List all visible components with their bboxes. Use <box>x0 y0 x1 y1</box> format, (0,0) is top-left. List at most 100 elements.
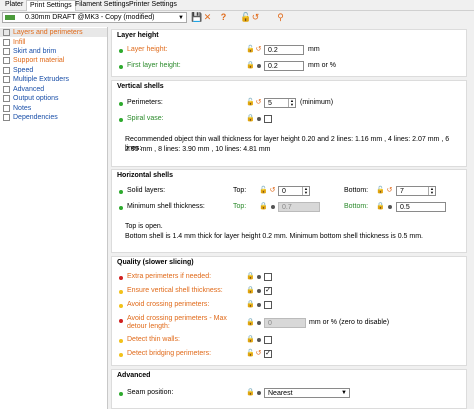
lock-icon[interactable]: 🔒 <box>259 203 268 210</box>
min-top-thickness-input[interactable]: 0.7 <box>278 202 320 212</box>
lock-icon[interactable]: 🔒 <box>246 301 255 308</box>
bottom-solid-layers-input[interactable]: 7 ▲ ▼ <box>396 186 436 196</box>
undo-arrow-icon[interactable]: ↺ <box>269 187 276 194</box>
sidebar-item-infill[interactable]: Infill <box>3 38 25 47</box>
lock-icon[interactable]: 🔒 <box>246 336 255 343</box>
extra-perimeters-checkbox[interactable] <box>264 273 272 281</box>
lock-icon[interactable]: 🔒 <box>246 273 255 280</box>
max-detour-input[interactable]: 0 <box>264 318 306 328</box>
min-bottom-label: Bottom: <box>344 203 369 210</box>
group-title: Advanced <box>117 372 151 379</box>
sidebar-item-dependencies[interactable]: Dependencies <box>3 113 58 122</box>
ensure-vertical-checkbox[interactable]: ✓ <box>264 287 272 295</box>
preset-toolbar: 0.30mm DRAFT @MK3 - Copy (modified) ▼ 💾 … <box>0 11 474 26</box>
ensure-vertical-label: Ensure vertical shell thickness: <box>127 287 223 294</box>
detect-bridging-checkbox[interactable]: ✓ <box>264 350 272 358</box>
detect-bridging-label: Detect bridging perimeters: <box>127 350 212 357</box>
advanced-icon <box>3 85 10 93</box>
undo-arrow-icon[interactable]: ↺ <box>250 12 261 23</box>
min-bottom-thickness-input[interactable]: 0.5 <box>396 202 446 212</box>
max-detour-unit: mm or % (zero to disable) <box>309 319 390 326</box>
spin-arrows-icon[interactable]: ▲ ▼ <box>428 187 435 195</box>
lock-icon[interactable]: 🔒 <box>246 115 255 122</box>
detect-thin-walls-checkbox[interactable] <box>264 336 272 344</box>
status-dot <box>119 339 123 343</box>
min-top-label: Top: <box>233 203 247 210</box>
seam-position-select[interactable]: Nearest ▼ <box>264 388 350 398</box>
spin-arrows-icon[interactable]: ▲ ▼ <box>288 99 295 107</box>
shell-note-line2: Bottom shell is 1.4 mm thick for layer h… <box>125 233 423 240</box>
speed-icon <box>3 66 10 74</box>
bullet-icon <box>257 338 261 342</box>
sidebar-item-advanced[interactable]: Advanced <box>3 85 44 94</box>
spiral-vase-label: Spiral vase: <box>127 115 164 122</box>
max-detour-label-line2: detour length: <box>127 323 170 330</box>
first-layer-height-input[interactable]: 0.2 <box>264 61 304 71</box>
sidebar-item-notes[interactable]: Notes <box>3 104 31 113</box>
bullet-icon <box>257 321 261 325</box>
support-icon <box>3 56 10 64</box>
lock-icon[interactable]: 🔒 <box>376 203 385 210</box>
delete-preset-icon[interactable]: ✕ <box>202 12 213 23</box>
bullet-icon <box>257 275 261 279</box>
perimeters-label: Perimeters: <box>127 99 163 106</box>
sidebar-item-support[interactable]: Support material <box>3 56 64 65</box>
status-dot <box>119 206 123 210</box>
sidebar-item-speed[interactable]: Speed <box>3 66 33 75</box>
undo-arrow-icon[interactable]: ↺ <box>255 350 262 357</box>
preset-dropdown[interactable]: 0.30mm DRAFT @MK3 - Copy (modified) ▼ <box>2 12 187 23</box>
unlocked-icon[interactable]: 🔓 <box>246 99 255 106</box>
undo-arrow-icon[interactable]: ↺ <box>386 187 393 194</box>
group-horizontal-shells: Horizontal shells Solid layers: Top: 🔓 ↺… <box>111 169 467 253</box>
sidebar-item-output-options[interactable]: Output options <box>3 94 59 103</box>
undo-arrow-icon[interactable]: ↺ <box>255 46 262 53</box>
tab-bar: Plater Print Settings Filament Settings … <box>0 0 474 11</box>
unlocked-icon[interactable]: 🔓 <box>246 350 255 357</box>
lock-icon[interactable]: 🔒 <box>246 62 255 69</box>
help-icon[interactable]: ? <box>218 12 229 23</box>
preset-name: 0.30mm DRAFT @MK3 - Copy (modified) <box>25 14 155 21</box>
save-preset-icon[interactable]: 💾 <box>191 12 202 23</box>
tab-printer-settings[interactable]: Printer Settings <box>126 0 180 10</box>
avoid-crossing-checkbox[interactable] <box>264 301 272 309</box>
group-quality: Quality (slower slicing) Extra perimeter… <box>111 256 467 366</box>
extruders-icon <box>3 75 10 83</box>
shell-note-line1: Top is open. <box>125 223 163 230</box>
detect-thin-walls-label: Detect thin walls: <box>127 336 180 343</box>
status-dot <box>119 392 123 396</box>
lock-icon[interactable]: 🔒 <box>246 287 255 294</box>
settings-sidebar: Layers and perimeters Infill Skirt and b… <box>0 27 108 409</box>
layer-height-input[interactable]: 0.2 <box>264 45 304 55</box>
group-title: Horizontal shells <box>117 172 174 179</box>
bullet-icon <box>388 205 392 209</box>
status-dot <box>119 353 123 357</box>
sidebar-item-skirt-brim[interactable]: Skirt and brim <box>3 47 56 56</box>
bullet-icon <box>257 289 261 293</box>
spiral-vase-checkbox[interactable] <box>264 115 272 123</box>
search-icon[interactable]: ⚲ <box>275 12 286 23</box>
layers-icon <box>3 28 10 36</box>
lock-icon[interactable]: 🔒 <box>246 319 255 326</box>
group-title: Vertical shells <box>117 83 164 90</box>
min-shell-thickness-label: Minimum shell thickness: <box>127 203 205 210</box>
sidebar-item-layers-perimeters[interactable]: Layers and perimeters <box>0 28 107 37</box>
top-solid-layers-input[interactable]: 0 ▲ ▼ <box>278 186 310 196</box>
spin-arrows-icon[interactable]: ▲ ▼ <box>302 187 309 195</box>
group-layer-height: Layer height Layer height: 🔓 ↺ 0.2 mm Fi… <box>111 29 467 77</box>
tab-plater[interactable]: Plater <box>2 0 26 10</box>
undo-arrow-icon[interactable]: ↺ <box>255 99 262 106</box>
bullet-icon <box>257 117 261 121</box>
tab-print-settings[interactable]: Print Settings <box>26 0 76 11</box>
status-dot <box>119 49 123 53</box>
unlocked-icon[interactable]: 🔓 <box>246 46 255 53</box>
unlocked-icon[interactable]: 🔓 <box>376 187 385 194</box>
lock-icon[interactable]: 🔒 <box>246 389 255 396</box>
group-vertical-shells: Vertical shells Perimeters: 🔓 ↺ 5 ▲ ▼ (mi… <box>111 80 467 167</box>
status-dot <box>119 118 123 122</box>
perimeters-suffix: (minimum) <box>300 99 334 106</box>
chevron-down-icon: ▼ <box>341 390 347 396</box>
tab-filament-settings[interactable]: Filament Settings <box>72 0 132 10</box>
perimeters-input[interactable]: 5 ▲ ▼ <box>264 98 296 108</box>
sidebar-item-multiple-extruders[interactable]: Multiple Extruders <box>3 75 69 84</box>
unlocked-icon[interactable]: 🔓 <box>259 187 268 194</box>
